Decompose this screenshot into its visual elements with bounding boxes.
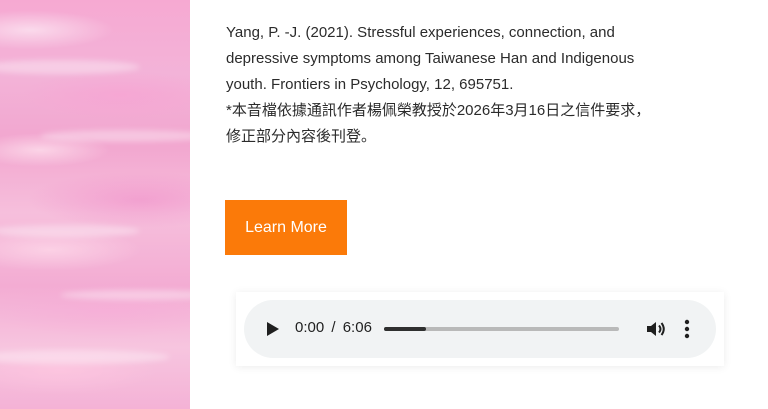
- volume-icon[interactable]: [646, 320, 666, 338]
- progress-fill: [384, 327, 427, 331]
- time-separator: /: [331, 319, 336, 336]
- citation-note: 修正部分內容後刊登。: [226, 128, 377, 145]
- citation-line: depressive symptoms among Taiwanese Han …: [226, 50, 635, 67]
- cloud-streak: [0, 350, 170, 364]
- cloud-streak: [0, 60, 140, 74]
- citation-note: *本音檔依據通訊作者楊佩榮教授於2026年3月16日之信件要求，: [226, 102, 651, 119]
- sky-background-image: [0, 0, 190, 409]
- audio-player: 0:00 / 6:06: [244, 300, 716, 358]
- more-vertical-icon[interactable]: [684, 319, 690, 339]
- progress-slider[interactable]: [384, 327, 619, 331]
- duration: 6:06: [342, 319, 372, 336]
- citation-line: youth. Frontiers in Psychology, 12, 6957…: [226, 76, 514, 93]
- audio-card: 0:00 / 6:06: [236, 292, 724, 366]
- page: Yang, P. -J. (2021). Stressful experienc…: [0, 0, 768, 409]
- learn-more-button[interactable]: Learn More: [225, 200, 347, 255]
- cloud-streak: [40, 130, 190, 142]
- current-time: 0:00: [295, 319, 325, 336]
- cloud-streak: [0, 225, 140, 237]
- play-icon[interactable]: [266, 320, 280, 338]
- cloud-streak: [60, 290, 190, 300]
- time-display: 0:00 / 6:06: [295, 319, 372, 336]
- citation-text: Yang, P. -J. (2021). Stressful experienc…: [226, 20, 736, 150]
- citation-line: Yang, P. -J. (2021). Stressful experienc…: [226, 24, 615, 41]
